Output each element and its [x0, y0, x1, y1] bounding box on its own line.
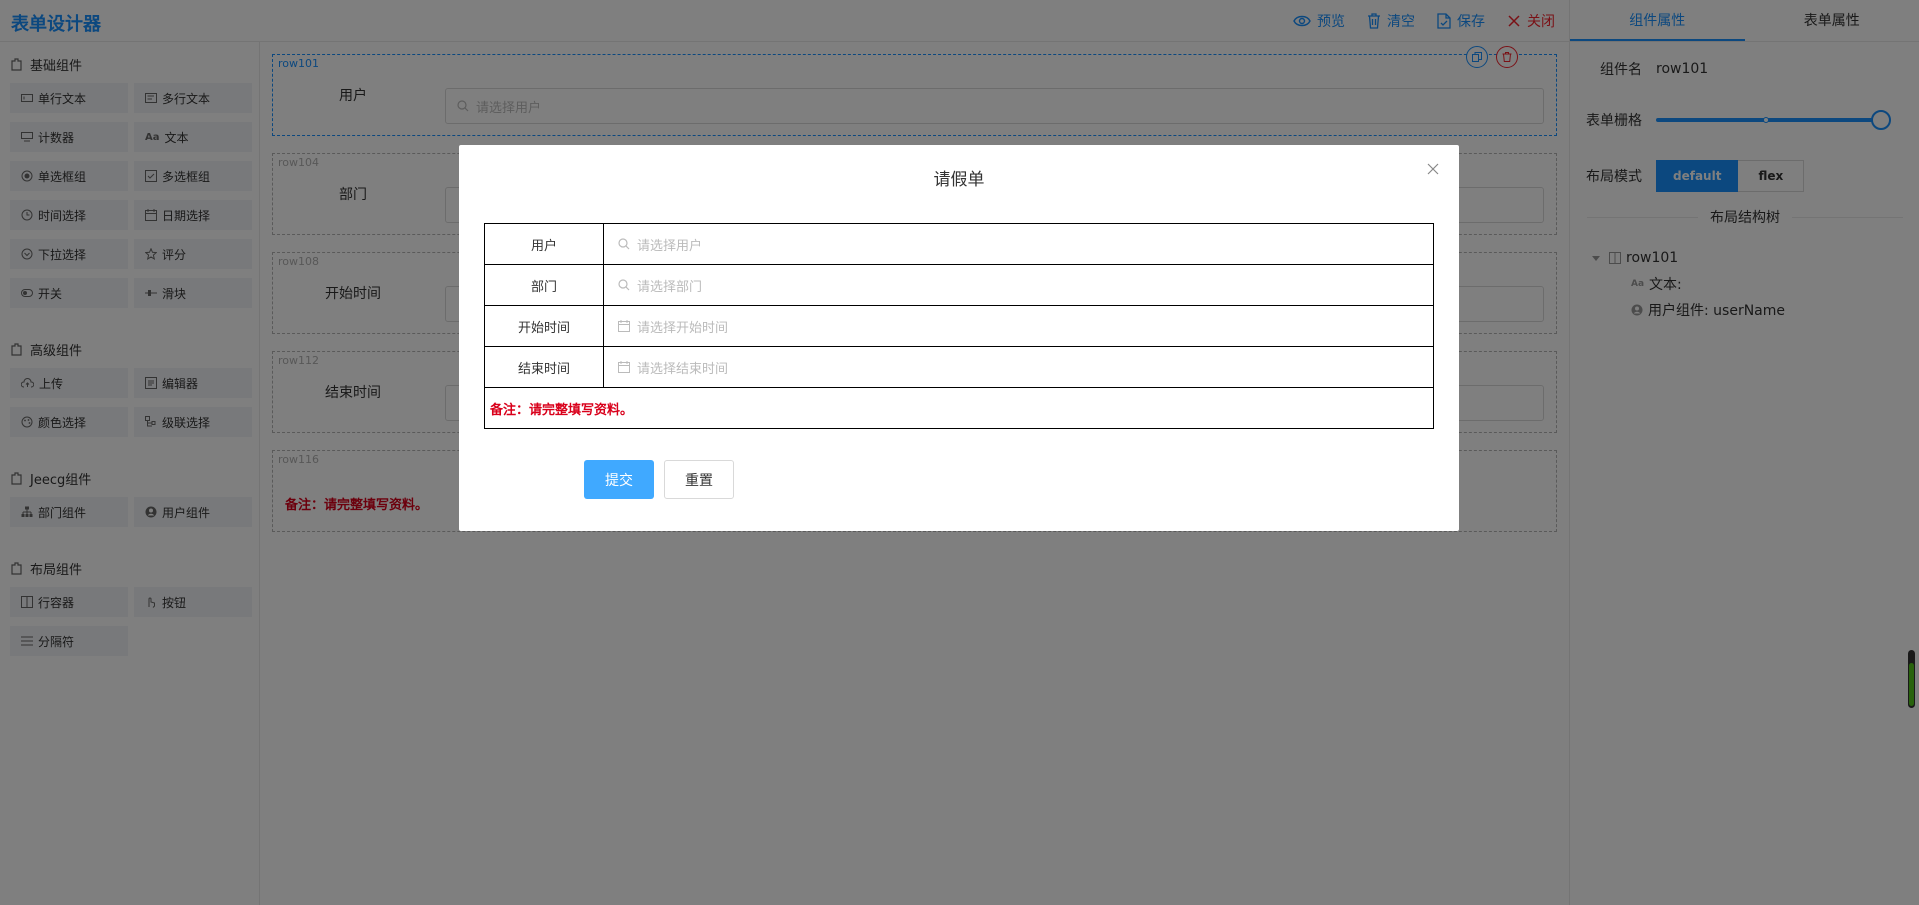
end-time-input[interactable]: 请选择结束时间	[604, 358, 1433, 377]
field-label-department: 部门	[484, 264, 604, 306]
placeholder-text: 请选择部门	[637, 279, 703, 295]
table-row: 结束时间 请选择结束时间	[484, 346, 1434, 388]
table-row: 用户 请选择用户	[484, 223, 1434, 265]
table-row: 备注：请完整填写资料。	[484, 387, 1434, 429]
placeholder-text: 请选择结束时间	[637, 361, 729, 377]
modal-close-button[interactable]	[1427, 163, 1439, 175]
close-icon	[1427, 163, 1439, 175]
leave-form-table: 用户 请选择用户 部门 请选择部门 开始时间 请选择开始时间 结束时间 请选择结…	[484, 223, 1434, 429]
start-time-cell: 请选择开始时间	[603, 305, 1434, 347]
search-icon	[618, 238, 630, 250]
placeholder-text: 请选择用户	[637, 238, 703, 254]
field-label-end-time: 结束时间	[484, 346, 604, 388]
reset-button[interactable]: 重置	[664, 460, 734, 499]
user-select-input[interactable]: 请选择用户	[604, 235, 1433, 254]
department-select-input[interactable]: 请选择部门	[604, 276, 1433, 295]
modal-note: 备注：请完整填写资料。	[484, 387, 1434, 429]
modal-title: 请假单	[933, 170, 985, 190]
calendar-icon	[618, 361, 630, 373]
calendar-icon	[618, 320, 630, 332]
field-label-user: 用户	[484, 223, 604, 265]
table-row: 部门 请选择部门	[484, 264, 1434, 306]
start-time-input[interactable]: 请选择开始时间	[604, 317, 1433, 336]
user-select-cell: 请选择用户	[603, 223, 1434, 265]
submit-button[interactable]: 提交	[584, 460, 654, 499]
field-label-start-time: 开始时间	[484, 305, 604, 347]
table-row: 开始时间 请选择开始时间	[484, 305, 1434, 347]
placeholder-text: 请选择开始时间	[637, 320, 729, 336]
search-icon	[618, 279, 630, 291]
end-time-cell: 请选择结束时间	[603, 346, 1434, 388]
preview-modal: 请假单 用户 请选择用户 部门 请选择部门 开始时间 请选择开始时间 结束时间 …	[459, 145, 1459, 531]
department-select-cell: 请选择部门	[603, 264, 1434, 306]
